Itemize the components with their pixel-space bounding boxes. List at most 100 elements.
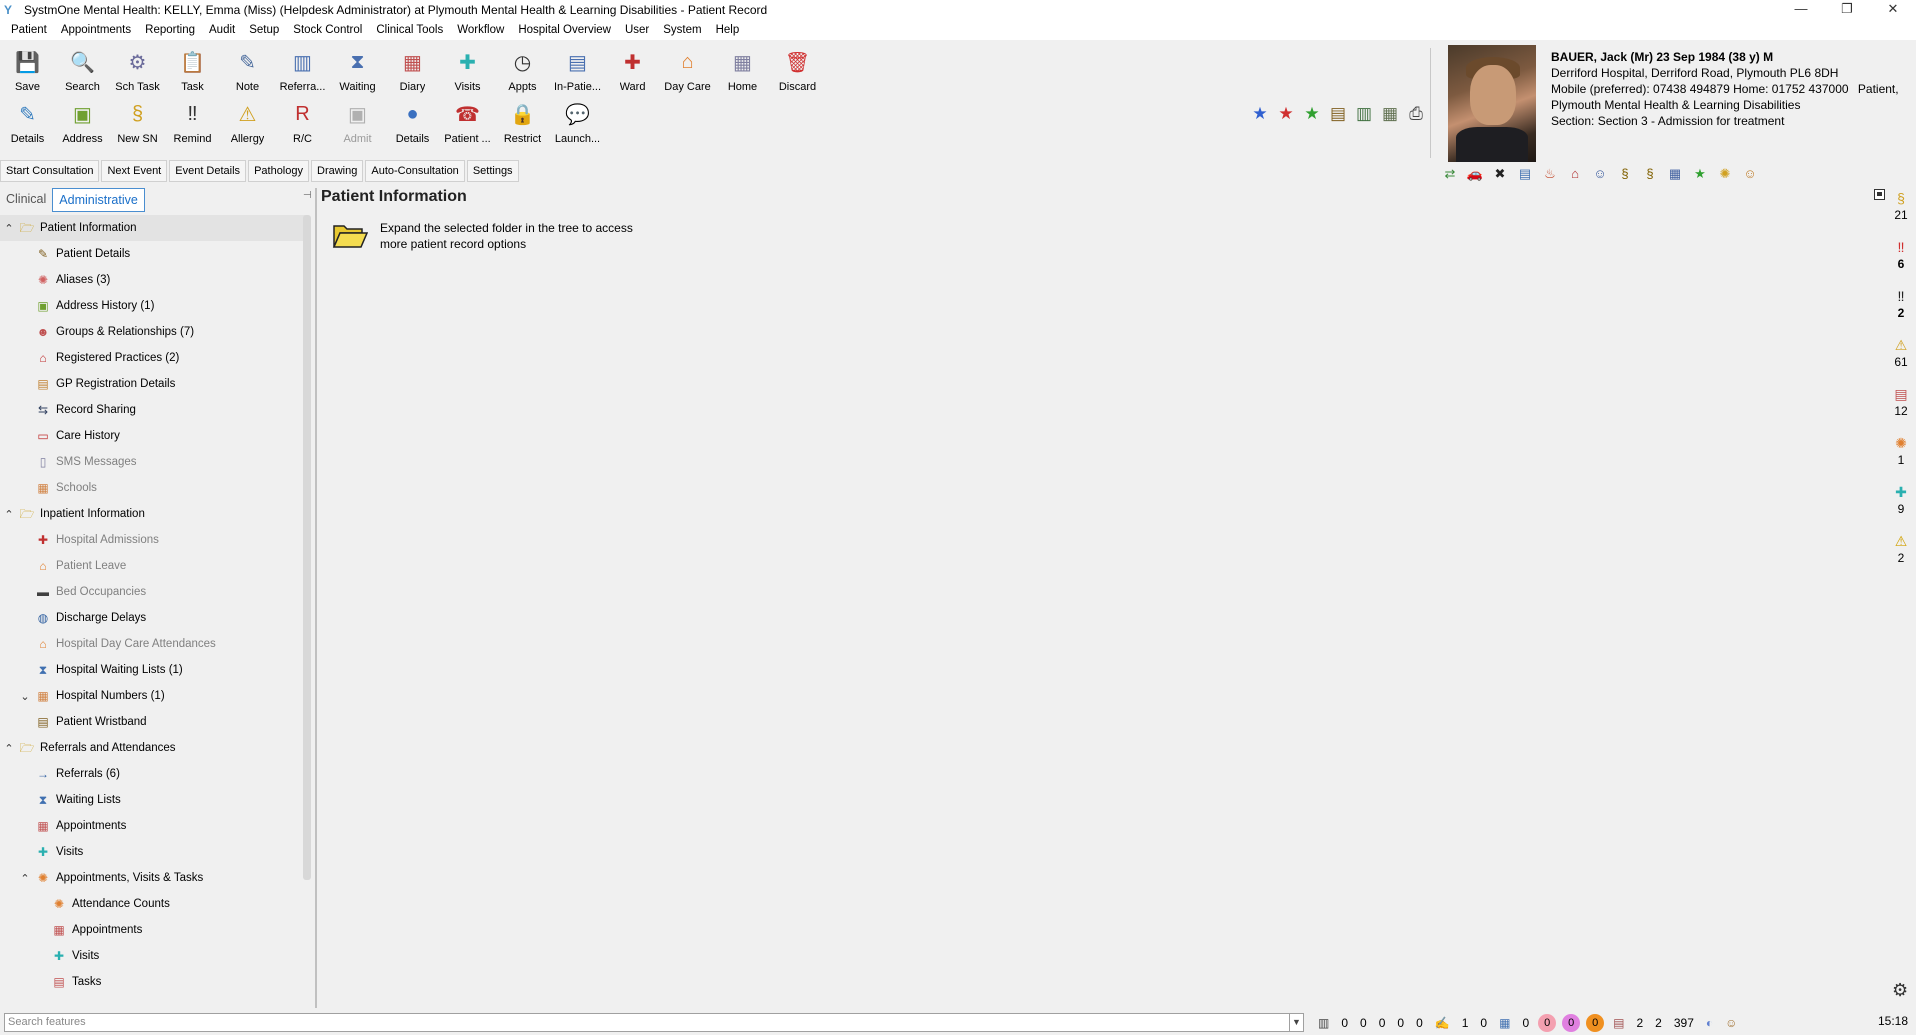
toolbar-search-button[interactable]: 🔍 Search — [55, 44, 110, 96]
printer-icon[interactable]: ⎙ — [1406, 104, 1426, 124]
print-setup-icon[interactable]: ▦ — [1380, 104, 1400, 124]
tree-item-appointments[interactable]: ▦ Appointments — [0, 917, 305, 943]
search-features-input[interactable]: Search features ▼ — [4, 1013, 1304, 1032]
next-event-button[interactable]: Next Event — [101, 160, 168, 182]
toolbar-details-button[interactable]: ● Details — [385, 96, 440, 148]
tree-item-record-sharing[interactable]: ⇆ Record Sharing — [0, 397, 305, 423]
tree-item-care-history[interactable]: ▭ Care History — [0, 423, 305, 449]
tree-item-visits[interactable]: ✚ Visits — [0, 839, 305, 865]
clipboard-icon[interactable]: ▤ — [1607, 1016, 1630, 1030]
tree-item-patient-information[interactable]: ⌃ 🗁 Patient Information — [0, 215, 305, 241]
tree-item-discharge-delays[interactable]: ◍ Discharge Delays — [0, 605, 305, 631]
menu-reporting[interactable]: Reporting — [138, 24, 202, 36]
tree-item-referrals-and-attendances[interactable]: ⌃ 🗁 Referrals and Attendances — [0, 735, 305, 761]
record-icon[interactable]: ▤ — [1515, 165, 1535, 183]
toolbar-ward-button[interactable]: ✚ Ward — [605, 44, 660, 96]
menu-appointments[interactable]: Appointments — [54, 24, 138, 36]
cross-icon[interactable]: ✖ — [1490, 165, 1510, 183]
print-preview-icon[interactable]: ▥ — [1354, 104, 1374, 124]
summary-item[interactable]: ✚ 9 — [1886, 482, 1916, 531]
user-icon[interactable]: ☺ — [1740, 165, 1760, 183]
toolbar-home-button[interactable]: ▦ Home — [715, 44, 770, 96]
pane-splitter[interactable] — [315, 188, 317, 1008]
close-button[interactable]: ✕ — [1870, 0, 1916, 20]
toolbar-diary-button[interactable]: ▦ Diary — [385, 44, 440, 96]
menu-clinical-tools[interactable]: Clinical Tools — [369, 24, 450, 36]
tree-item-hospital-numbers-1[interactable]: ⌄ ▦ Hospital Numbers (1) — [0, 683, 305, 709]
toolbar-r-c-button[interactable]: R R/C — [275, 96, 330, 148]
status-badge[interactable]: 0 — [1586, 1013, 1605, 1032]
blue-star-icon[interactable]: ★ — [1250, 104, 1270, 124]
toolbar-new-sn-button[interactable]: § New SN — [110, 96, 165, 148]
calendar-icon[interactable]: ▦ — [1665, 165, 1685, 183]
pathology-button[interactable]: Pathology — [248, 160, 309, 182]
tree-item-sms-messages[interactable]: ▯ SMS Messages — [0, 449, 305, 475]
settings-button[interactable]: Settings — [466, 160, 519, 182]
summary-item[interactable]: ▤ 12 — [1886, 384, 1916, 433]
toolbar-patient-button[interactable]: ☎ Patient ... — [440, 96, 495, 148]
menu-audit[interactable]: Audit — [202, 24, 242, 36]
tree-scrollbar[interactable] — [303, 215, 311, 880]
signature-icon[interactable]: ✍ — [1429, 1016, 1456, 1030]
toolbar-sch-task-button[interactable]: ⚙ Sch Task — [110, 44, 165, 96]
house-icon[interactable]: ⌂ — [1565, 165, 1585, 183]
start-consultation-button[interactable]: Start Consultation — [0, 160, 100, 182]
toolbar-appts-button[interactable]: ◷ Appts — [495, 44, 550, 96]
relationship-icon[interactable]: ⇄ — [1440, 165, 1460, 183]
summary-item[interactable]: ‼ 2 — [1886, 286, 1916, 335]
tree-item-registered-practices-2[interactable]: ⌂ Registered Practices (2) — [0, 345, 305, 371]
sn-alt-icon[interactable]: § — [1640, 165, 1660, 183]
tree-item-hospital-admissions[interactable]: ✚ Hospital Admissions — [0, 527, 305, 553]
bottle-icon[interactable]: ♨ — [1540, 165, 1560, 183]
chevron-up-icon[interactable]: ⌃ — [0, 222, 18, 235]
chevron-up-icon[interactable]: ⌃ — [0, 742, 18, 755]
status-badge[interactable]: 0 — [1562, 1013, 1581, 1032]
tab-administrative[interactable]: Administrative — [52, 188, 145, 212]
event-details-button[interactable]: Event Details — [169, 160, 247, 182]
chat-icon[interactable]: ◐ — [1700, 1016, 1719, 1030]
tree-item-referrals-6[interactable]: → Referrals (6) — [0, 761, 305, 787]
toolbar-task-button[interactable]: 📋 Task — [165, 44, 220, 96]
toolbar-remind-button[interactable]: ‼ Remind — [165, 96, 220, 148]
tree-item-appointments[interactable]: ▦ Appointments — [0, 813, 305, 839]
sun-icon[interactable]: ✺ — [1715, 165, 1735, 183]
tab-clinical[interactable]: Clinical — [0, 188, 52, 212]
menu-help[interactable]: Help — [709, 24, 747, 36]
tree-item-attendance-counts[interactable]: ✺ Attendance Counts — [0, 891, 305, 917]
tree-item-patient-wristband[interactable]: ▤ Patient Wristband — [0, 709, 305, 735]
toolbar-referra-button[interactable]: ▥ Referra... — [275, 44, 330, 96]
restore-button[interactable]: ❐ — [1824, 0, 1870, 20]
chevron-down-icon[interactable]: ⌄ — [16, 690, 34, 703]
menu-workflow[interactable]: Workflow — [450, 24, 511, 36]
red-star-icon[interactable]: ★ — [1276, 104, 1296, 124]
toolbar-address-button[interactable]: ▣ Address — [55, 96, 110, 148]
menu-setup[interactable]: Setup — [242, 24, 286, 36]
chevron-up-icon[interactable]: ⌃ — [0, 508, 18, 521]
chevron-up-icon[interactable]: ⌃ — [16, 872, 34, 885]
pin-icon[interactable]: ⊣ — [303, 190, 312, 201]
gear-icon[interactable]: ⚙ — [1892, 980, 1908, 1001]
tree-item-hospital-waiting-lists-1[interactable]: ⧗ Hospital Waiting Lists (1) — [0, 657, 305, 683]
tree-item-gp-registration-details[interactable]: ▤ GP Registration Details — [0, 371, 305, 397]
tasks-status-icon[interactable]: ▥ — [1312, 1016, 1335, 1030]
car-icon[interactable]: 🚗 — [1465, 165, 1485, 183]
menu-user[interactable]: User — [618, 24, 656, 36]
tree-item-waiting-lists[interactable]: ⧗ Waiting Lists — [0, 787, 305, 813]
summary-item[interactable]: ⚠ 61 — [1886, 335, 1916, 384]
drawing-button[interactable]: Drawing — [311, 160, 364, 182]
toolbar-details-button[interactable]: ✎ Details — [0, 96, 55, 148]
patient-name[interactable]: BAUER, Jack (Mr) 23 Sep 1984 (38 y) M — [1551, 49, 1911, 65]
collapse-panel-button[interactable] — [1874, 189, 1885, 200]
toolbar-note-button[interactable]: ✎ Note — [220, 44, 275, 96]
tree-item-tasks[interactable]: ▤ Tasks — [0, 969, 305, 995]
user-icon[interactable]: ☺ — [1719, 1016, 1743, 1030]
toolbar-discard-button[interactable]: 🗑 Discard — [770, 44, 825, 96]
toolbar-visits-button[interactable]: ✚ Visits — [440, 44, 495, 96]
menu-system[interactable]: System — [656, 24, 708, 36]
tree-item-hospital-day-care-attendances[interactable]: ⌂ Hospital Day Care Attendances — [0, 631, 305, 657]
toolbar-launch-button[interactable]: 💬 Launch... — [550, 96, 605, 148]
document-icon[interactable]: ▤ — [1328, 104, 1348, 124]
toolbar-day-care-button[interactable]: ⌂ Day Care — [660, 44, 715, 96]
tree-item-aliases-3[interactable]: ✺ Aliases (3) — [0, 267, 305, 293]
tree-item-patient-details[interactable]: ✎ Patient Details — [0, 241, 305, 267]
